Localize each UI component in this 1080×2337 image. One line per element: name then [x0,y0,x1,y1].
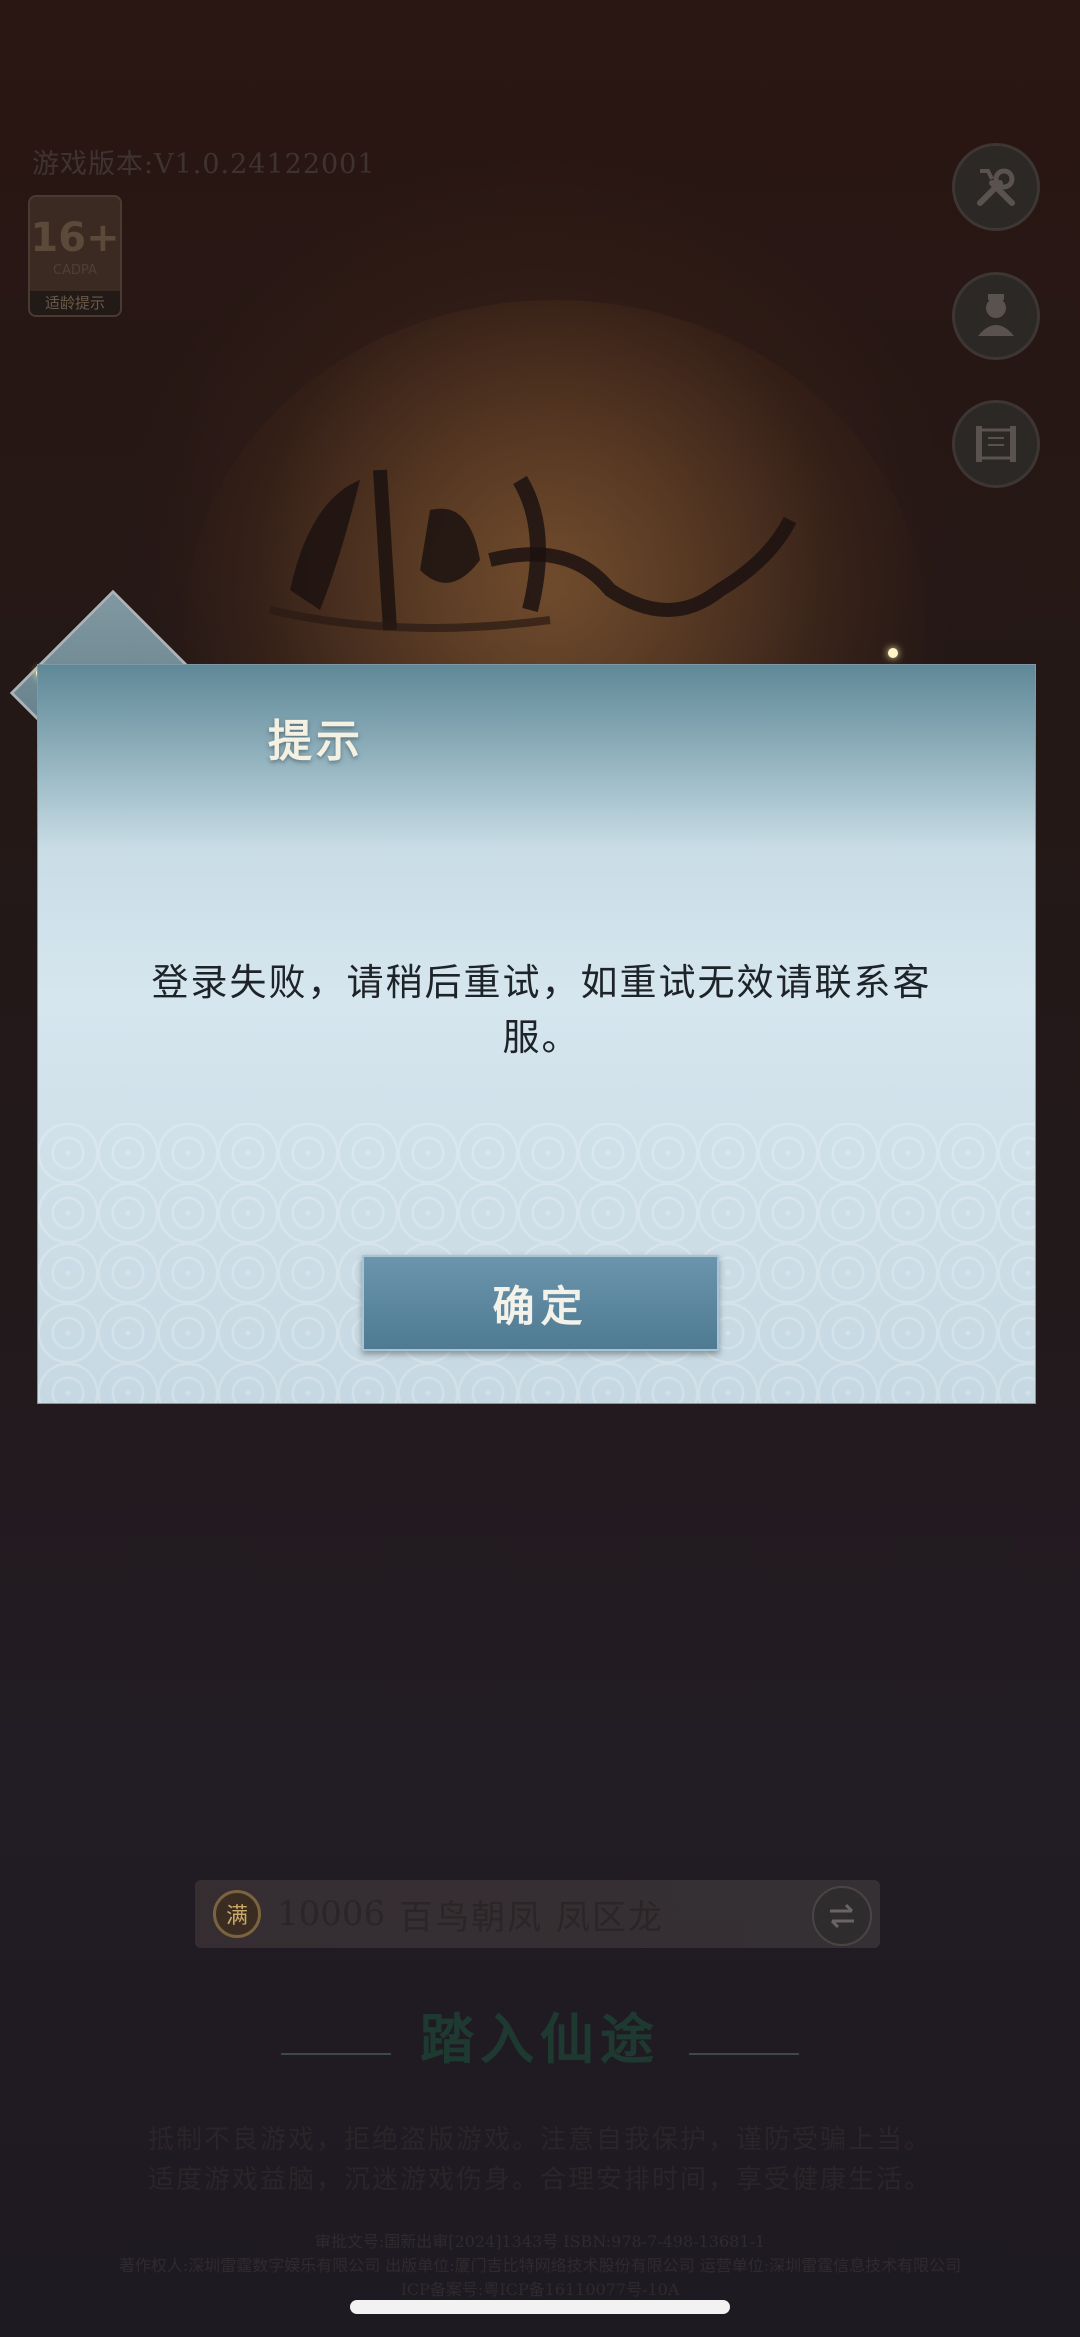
tools-button[interactable] [952,143,1040,231]
dialog-title: 提示 [268,716,364,767]
wrench-screwdriver-icon [977,168,1015,206]
character-button[interactable] [952,272,1040,360]
confirm-button[interactable]: 确定 [362,1255,719,1351]
character-portrait-icon [978,294,1014,336]
scroll-icon [976,426,1016,462]
server-status-icon: 满 [213,1890,261,1938]
server-selector[interactable]: 满 10006 百鸟朝凤 凤区龙 [195,1880,880,1948]
age-rating-badge[interactable]: 16+ CADPA 适龄提示 [28,195,122,317]
icp-number: ICP备案号:粤ICP备16110077号-10A [400,2280,680,2299]
star-decoration [888,648,898,658]
left-ornament [280,2052,391,2055]
confirm-button-label: 确定 [492,1281,589,1331]
age-rating-org: CADPA [53,263,97,278]
swap-arrows-icon [830,1903,854,1929]
legal-info: 审批文号:国新出审[2024]1343号 ISBN:978-7-498-1368… [0,2230,1080,2302]
approval-number: 审批文号:国新出审[2024]1343号 ISBN:978-7-498-1368… [314,2232,766,2251]
age-rating-label: 适龄提示 [30,291,120,315]
enter-game-label: 踏入仙途 [420,2007,660,2071]
enter-game-button[interactable]: 踏入仙途 [0,1995,1080,2074]
health-notice: 抵制不良游戏，拒绝盗版游戏。注意自我保护，谨防受骗上当。 适度游戏益脑，沉迷游戏… [0,2120,1080,2200]
health-notice-line: 适度游戏益脑，沉迷游戏伤身。合理安排时间，享受健康生活。 [147,2165,932,2195]
game-version: 游戏版本:V1.0.24122001 [32,149,376,180]
age-rating-number: 16+ [30,215,120,261]
switch-server-button[interactable] [812,1886,872,1946]
copyright-info: 著作权人:深圳雷霆数字娱乐有限公司 出版单位:厦门吉比特网络技术股份有限公司 运… [118,2256,962,2275]
home-indicator[interactable] [350,2300,730,2314]
server-name: 百鸟朝凤 凤区龙 [399,1897,664,1938]
alert-dialog: 提示 登录失败，请稍后重试，如重试无效请联系客服。 确定 [37,664,1036,1404]
health-notice-line: 抵制不良游戏，拒绝盗版游戏。注意自我保护，谨防受骗上当。 [147,2125,932,2155]
server-id: 10006 [277,1894,386,1934]
game-logo [269,469,797,632]
announcement-button[interactable] [952,400,1040,488]
right-ornament [689,2052,800,2055]
dialog-message: 登录失败，请稍后重试，如重试无效请联系客服。 [151,961,932,1059]
